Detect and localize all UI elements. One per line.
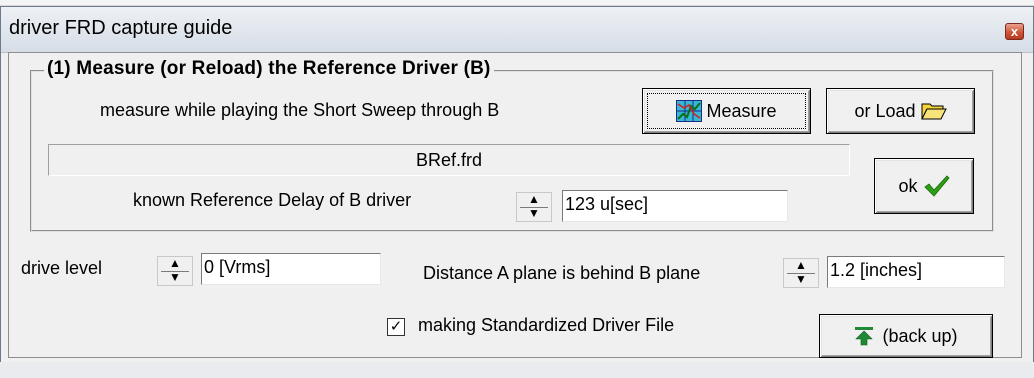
instruction-text: measure while playing the Short Sweep th…: [100, 100, 500, 120]
up-arrow-icon: [855, 327, 874, 346]
ok-button[interactable]: ok: [874, 158, 974, 214]
measure-button-label: Measure: [706, 100, 777, 121]
close-icon: x: [1010, 24, 1019, 39]
back-up-button[interactable]: (back up): [819, 314, 993, 358]
drive-level-input[interactable]: 0 [Vrms]: [201, 253, 381, 285]
green-checkmark-icon: [923, 175, 950, 197]
back-up-label: (back up): [882, 325, 958, 346]
distance-spinner[interactable]: ▲ ▼: [783, 258, 819, 288]
drive-level-spinner[interactable]: ▲ ▼: [157, 256, 193, 286]
bottom-strip: [0, 362, 1034, 378]
standardized-checkbox[interactable]: ✓: [387, 318, 405, 336]
delay-spinner[interactable]: ▲ ▼: [516, 192, 552, 222]
group-title: (1) Measure (or Reload) the Reference Dr…: [44, 58, 494, 80]
standardized-label[interactable]: making Standardized Driver File: [418, 315, 674, 336]
distance-spin-down-icon[interactable]: ▼: [788, 273, 814, 286]
delay-spin-up-icon[interactable]: ▲: [521, 193, 547, 206]
folder-open-icon: [920, 103, 947, 120]
load-button[interactable]: or Load: [826, 88, 975, 134]
drive-spin-down-icon[interactable]: ▼: [162, 271, 188, 284]
close-button[interactable]: x: [1005, 23, 1024, 40]
drive-spin-up-icon[interactable]: ▲: [162, 257, 188, 270]
file-name-display: BRef.frd: [48, 144, 850, 176]
delay-label: known Reference Delay of B driver: [133, 190, 412, 210]
delay-input[interactable]: 123 u[sec]: [562, 190, 788, 222]
measure-button[interactable]: Measure: [642, 88, 811, 134]
ok-button-label: ok: [898, 175, 918, 196]
window-title: driver FRD capture guide: [9, 17, 233, 39]
distance-input[interactable]: 1.2 [inches]: [827, 256, 1005, 288]
title-bar[interactable]: driver FRD capture guide x: [1, 7, 1033, 53]
delay-spin-down-icon[interactable]: ▼: [521, 207, 547, 220]
measure-graph-icon: [676, 100, 703, 122]
distance-spin-up-icon[interactable]: ▲: [788, 259, 814, 272]
distance-label: Distance A plane is behind B plane: [423, 263, 701, 283]
load-button-label: or Load: [854, 100, 916, 121]
drive-level-label: drive level: [21, 258, 103, 278]
